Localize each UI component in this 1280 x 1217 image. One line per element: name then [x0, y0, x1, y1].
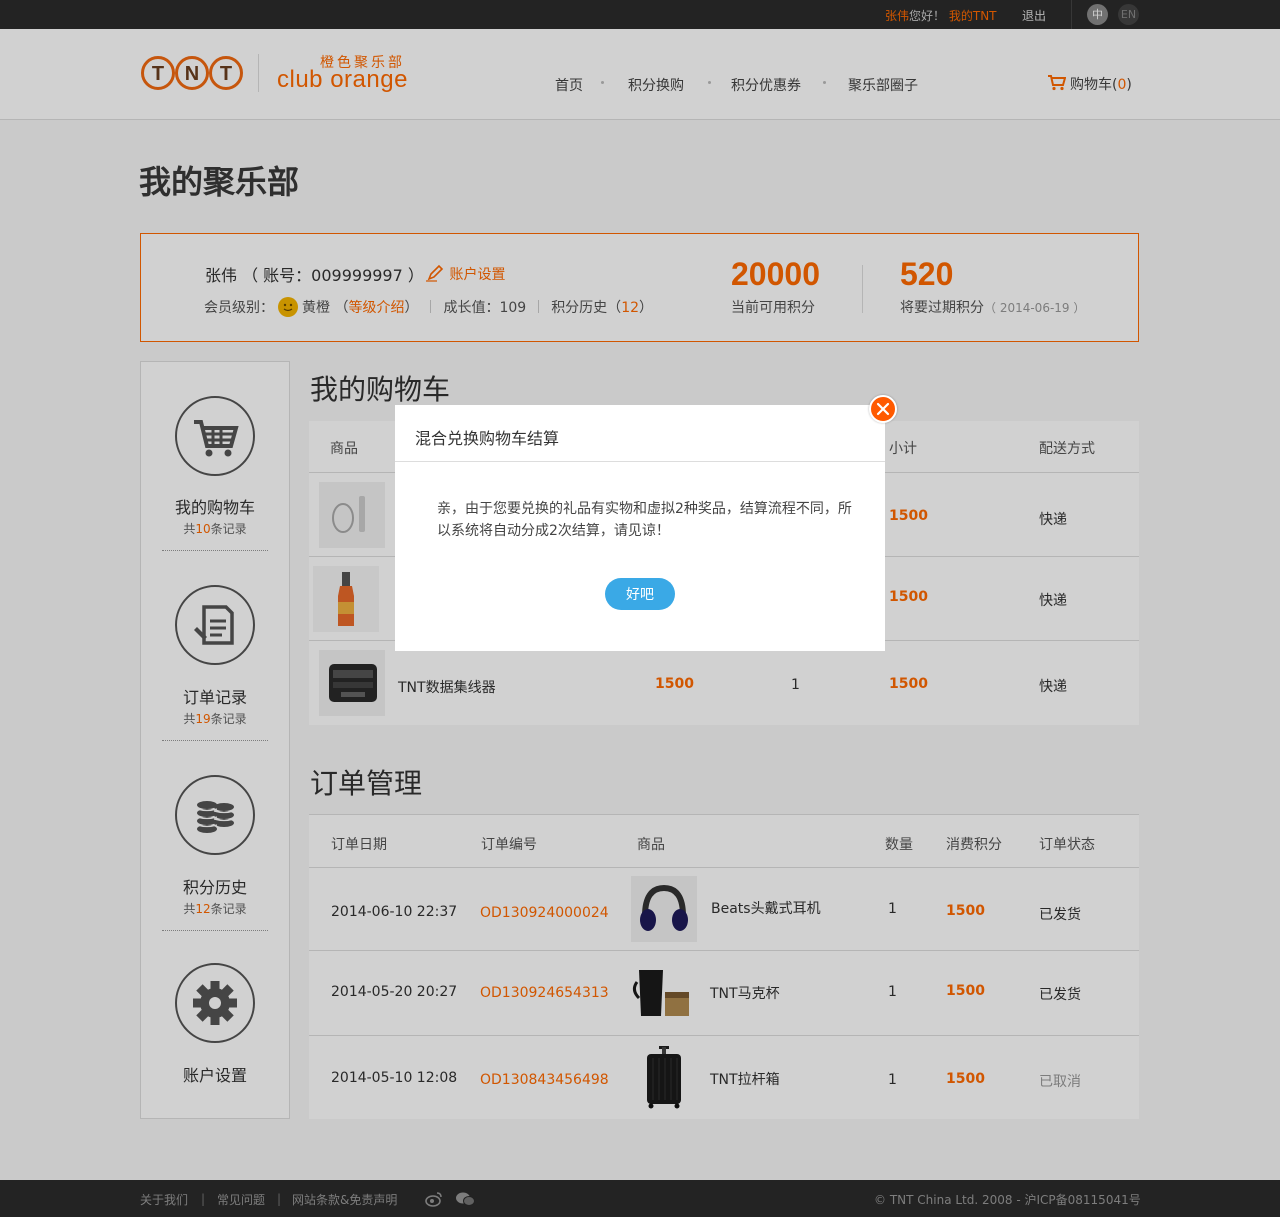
- ok-button[interactable]: 好吧: [605, 578, 675, 610]
- checkout-dialog: 混合兑换购物车结算 亲，由于您要兑换的礼品有实物和虚拟2种奖品，结算流程不同，所…: [395, 405, 885, 651]
- dialog-message: 亲，由于您要兑换的礼品有实物和虚拟2种奖品，结算流程不同，所以系统将自动分成2次…: [437, 501, 852, 539]
- close-icon: [876, 402, 890, 416]
- close-button[interactable]: [869, 395, 897, 423]
- dialog-title: 混合兑换购物车结算: [415, 429, 560, 448]
- divider: [395, 461, 885, 462]
